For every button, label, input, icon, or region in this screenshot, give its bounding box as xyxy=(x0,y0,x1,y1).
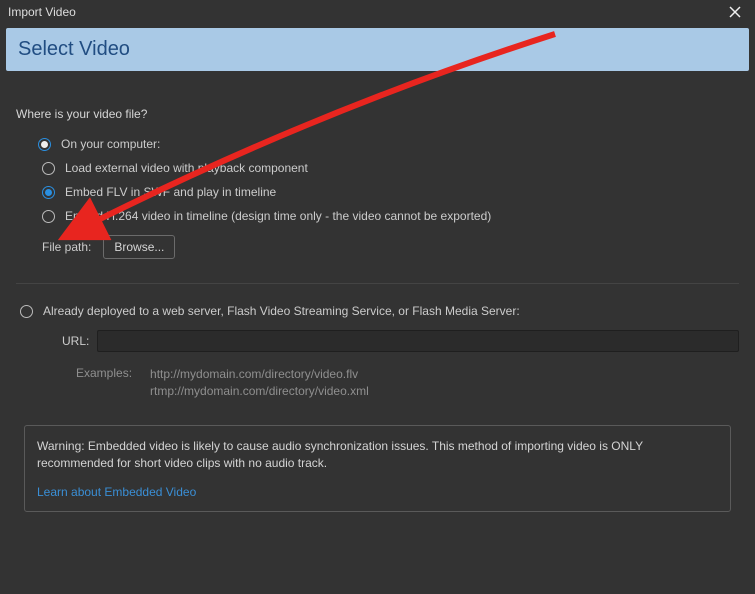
learn-embedded-link[interactable]: Learn about Embedded Video xyxy=(37,485,196,499)
radio-icon xyxy=(42,210,55,223)
warning-text: Warning: Embedded video is likely to cau… xyxy=(37,438,718,472)
radio-icon xyxy=(38,138,51,151)
examples: Examples: http://mydomain.com/directory/… xyxy=(16,366,739,401)
radio-label: On your computer: xyxy=(61,137,160,151)
example-line: http://mydomain.com/directory/video.flv xyxy=(150,366,369,383)
radio-on-computer[interactable]: On your computer: xyxy=(16,137,739,151)
warning-box: Warning: Embedded video is likely to cau… xyxy=(24,425,731,513)
window-title: Import Video xyxy=(8,5,76,19)
url-label: URL: xyxy=(62,334,89,348)
radio-load-external[interactable]: Load external video with playback compon… xyxy=(42,161,739,175)
computer-sub-options: Load external video with playback compon… xyxy=(16,161,739,223)
close-icon xyxy=(729,6,741,18)
separator xyxy=(16,283,739,284)
titlebar: Import Video xyxy=(0,0,755,24)
dialog-header: Select Video xyxy=(6,28,749,71)
browse-button[interactable]: Browse... xyxy=(103,235,175,259)
radio-label: Embed FLV in SWF and play in timeline xyxy=(65,185,276,199)
radio-label: Already deployed to a web server, Flash … xyxy=(43,304,520,318)
radio-label: Embed H.264 video in timeline (design ti… xyxy=(65,209,491,223)
file-path-row: File path: Browse... xyxy=(16,235,739,259)
file-path-label: File path: xyxy=(42,240,91,254)
dialog-body: Where is your video file? On your comput… xyxy=(0,71,755,512)
radio-embed-h264[interactable]: Embed H.264 video in timeline (design ti… xyxy=(42,209,739,223)
question-label: Where is your video file? xyxy=(16,107,739,121)
radio-icon xyxy=(42,162,55,175)
dialog-title: Select Video xyxy=(18,38,130,60)
radio-embed-flv[interactable]: Embed FLV in SWF and play in timeline xyxy=(42,185,739,199)
examples-label: Examples: xyxy=(76,366,132,401)
example-line: rtmp://mydomain.com/directory/video.xml xyxy=(150,383,369,400)
radio-icon xyxy=(20,305,33,318)
close-button[interactable] xyxy=(723,0,747,24)
url-input[interactable] xyxy=(97,330,739,352)
radio-deployed[interactable]: Already deployed to a web server, Flash … xyxy=(16,304,739,318)
radio-label: Load external video with playback compon… xyxy=(65,161,308,175)
url-row: URL: xyxy=(16,330,739,352)
radio-icon xyxy=(42,186,55,199)
